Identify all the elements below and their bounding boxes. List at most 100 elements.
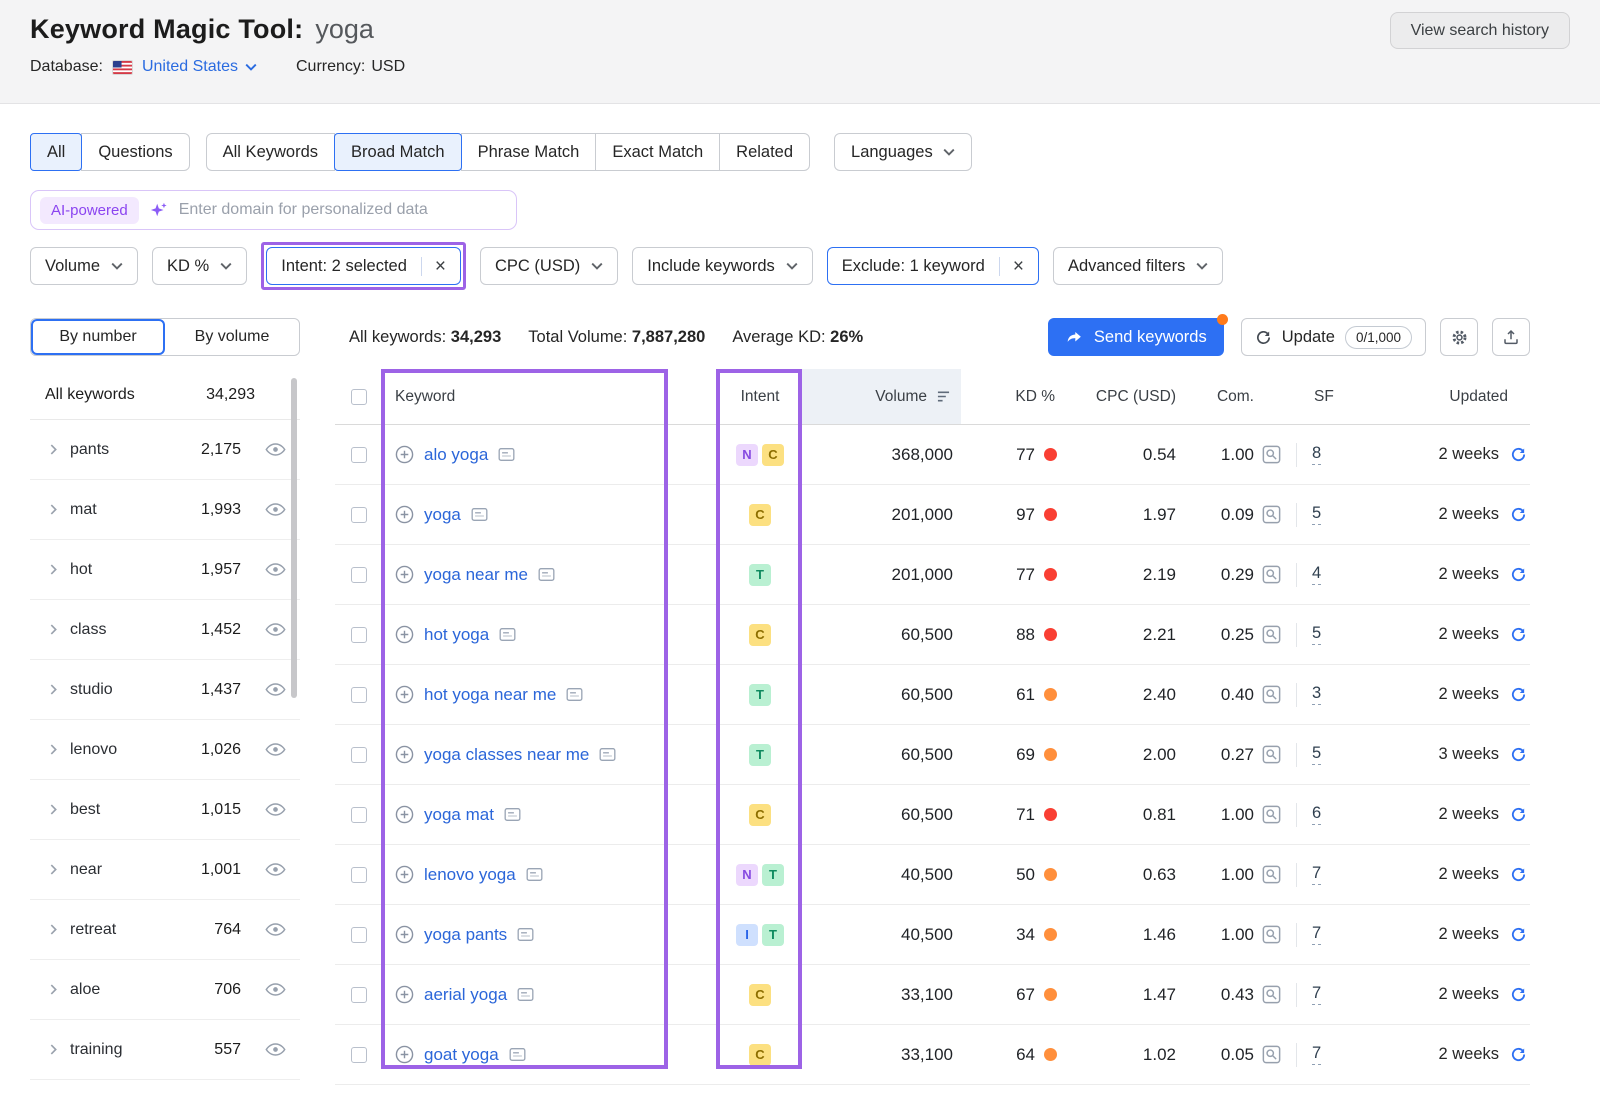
sidebar-keyword-group[interactable]: pants 2,175 [30,420,300,480]
expand-chevron-icon[interactable] [50,1044,57,1055]
eye-icon[interactable] [265,982,286,997]
eye-icon[interactable] [265,622,286,637]
clear-intent-filter-icon[interactable]: × [421,257,446,276]
send-keywords-button[interactable]: Send keywords [1048,318,1224,356]
refresh-icon[interactable] [1510,506,1527,523]
keyword-link[interactable]: yoga pants [424,925,507,945]
select-all-checkbox[interactable] [351,389,367,405]
update-button[interactable]: Update 0/1,000 [1241,318,1426,356]
expand-chevron-icon[interactable] [50,984,57,995]
row-checkbox[interactable] [351,687,367,703]
serp-preview-icon[interactable] [599,747,616,762]
expand-chevron-icon[interactable] [50,504,57,515]
sidebar-keyword-group[interactable]: best 1,015 [30,780,300,840]
add-keyword-icon[interactable] [395,865,414,884]
serp-features-icon[interactable] [1262,1045,1281,1064]
sort-by-number-button[interactable]: By number [31,319,165,355]
sf-count[interactable]: 7 [1312,924,1321,945]
row-checkbox[interactable] [351,927,367,943]
serp-features-icon[interactable] [1262,445,1281,464]
add-keyword-icon[interactable] [395,925,414,944]
sidebar-keyword-group[interactable]: hot 1,957 [30,540,300,600]
serp-features-icon[interactable] [1262,565,1281,584]
intent-filter[interactable]: Intent: 2 selected × [266,247,461,285]
refresh-icon[interactable] [1510,446,1527,463]
add-keyword-icon[interactable] [395,625,414,644]
sf-count[interactable]: 5 [1312,744,1321,765]
row-checkbox[interactable] [351,1047,367,1063]
refresh-icon[interactable] [1510,1046,1527,1063]
row-checkbox[interactable] [351,447,367,463]
refresh-icon[interactable] [1510,686,1527,703]
serp-preview-icon[interactable] [504,807,521,822]
serp-features-icon[interactable] [1262,685,1281,704]
serp-preview-icon[interactable] [517,927,534,942]
expand-chevron-icon[interactable] [50,804,57,815]
serp-features-icon[interactable] [1262,625,1281,644]
keyword-link[interactable]: alo yoga [424,445,488,465]
serp-features-icon[interactable] [1262,505,1281,524]
sidebar-keyword-group[interactable]: training 557 [30,1020,300,1080]
keyword-link[interactable]: yoga mat [424,805,494,825]
keyword-link[interactable]: yoga [424,505,461,525]
keyword-link[interactable]: hot yoga near me [424,685,556,705]
refresh-icon[interactable] [1510,566,1527,583]
exclude-keywords-filter[interactable]: Exclude: 1 keyword × [827,247,1039,285]
clear-exclude-filter-icon[interactable]: × [999,257,1024,276]
serp-preview-icon[interactable] [499,627,516,642]
eye-icon[interactable] [265,502,286,517]
add-keyword-icon[interactable] [395,445,414,464]
row-checkbox[interactable] [351,747,367,763]
keyword-link[interactable]: lenovo yoga [424,865,516,885]
refresh-icon[interactable] [1510,746,1527,763]
tab-exact-match[interactable]: Exact Match [595,133,720,171]
expand-chevron-icon[interactable] [50,744,57,755]
sf-count[interactable]: 7 [1312,984,1321,1005]
include-keywords-filter[interactable]: Include keywords [632,247,812,285]
eye-icon[interactable] [265,802,286,817]
serp-preview-icon[interactable] [471,507,488,522]
sf-count[interactable]: 6 [1312,804,1321,825]
add-keyword-icon[interactable] [395,985,414,1004]
row-checkbox[interactable] [351,507,367,523]
refresh-icon[interactable] [1510,626,1527,643]
add-keyword-icon[interactable] [395,505,414,524]
refresh-icon[interactable] [1510,806,1527,823]
expand-chevron-icon[interactable] [50,684,57,695]
database-selector[interactable]: United States [142,58,257,76]
add-keyword-icon[interactable] [395,685,414,704]
serp-preview-icon[interactable] [526,867,543,882]
sf-count[interactable]: 7 [1312,864,1321,885]
refresh-icon[interactable] [1510,866,1527,883]
eye-icon[interactable] [265,682,286,697]
serp-features-icon[interactable] [1262,985,1281,1004]
sidebar-keyword-group[interactable]: retreat 764 [30,900,300,960]
sf-count[interactable]: 3 [1312,684,1321,705]
refresh-icon[interactable] [1510,986,1527,1003]
tab-questions[interactable]: Questions [81,133,189,171]
expand-chevron-icon[interactable] [50,564,57,575]
serp-features-icon[interactable] [1262,865,1281,884]
export-button[interactable] [1492,318,1530,356]
refresh-icon[interactable] [1510,926,1527,943]
row-checkbox[interactable] [351,987,367,1003]
keyword-link[interactable]: hot yoga [424,625,489,645]
expand-chevron-icon[interactable] [50,444,57,455]
view-search-history-button[interactable]: View search history [1390,12,1570,49]
expand-chevron-icon[interactable] [50,924,57,935]
serp-preview-icon[interactable] [509,1047,526,1062]
sidebar-keyword-group[interactable]: studio 1,437 [30,660,300,720]
volume-filter[interactable]: Volume [30,247,138,285]
keyword-link[interactable]: yoga near me [424,565,528,585]
sidebar-keyword-group[interactable]: aloe 706 [30,960,300,1020]
sidebar-keyword-group[interactable]: class 1,452 [30,600,300,660]
expand-chevron-icon[interactable] [50,864,57,875]
tab-phrase-match[interactable]: Phrase Match [461,133,597,171]
advanced-filters[interactable]: Advanced filters [1053,247,1223,285]
sf-count[interactable]: 8 [1312,444,1321,465]
tab-all[interactable]: All [30,133,82,171]
sf-count[interactable]: 5 [1312,624,1321,645]
row-checkbox[interactable] [351,567,367,583]
eye-icon[interactable] [265,1042,286,1057]
sidebar-all-keywords[interactable]: All keywords 34,293 [30,370,300,420]
